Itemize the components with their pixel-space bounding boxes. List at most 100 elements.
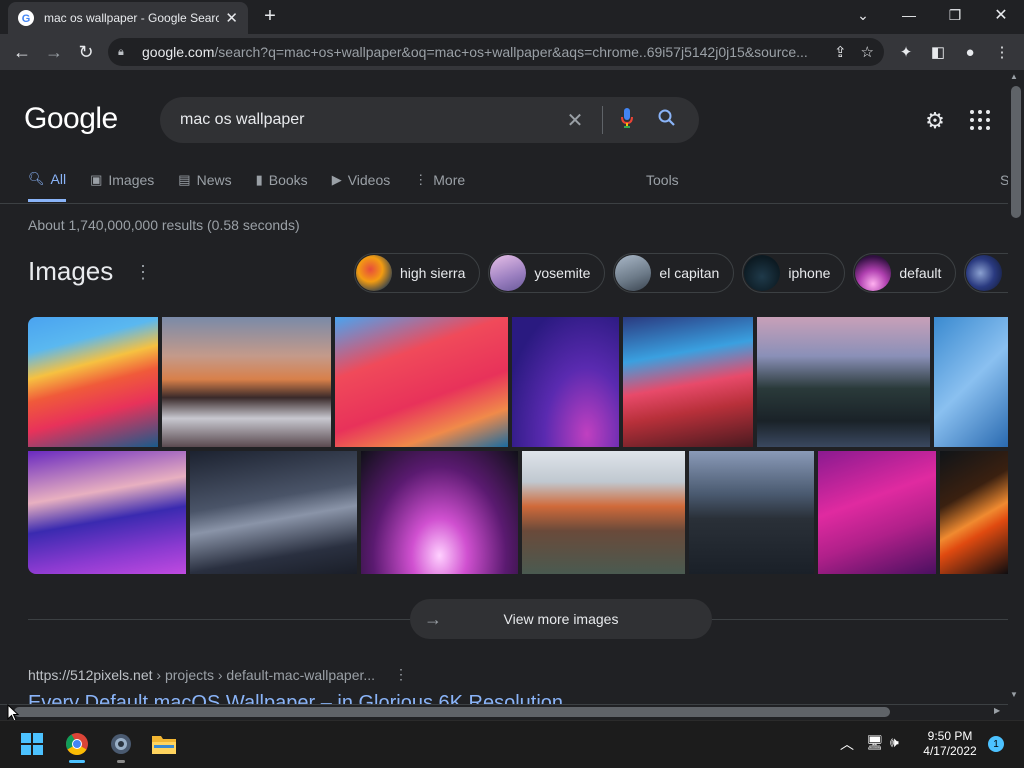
search-icon: 🔍︎ (28, 170, 45, 186)
reload-button[interactable]: ↻ (74, 40, 98, 64)
result-stats: About 1,740,000,000 results (0.58 second… (28, 217, 300, 233)
search-icon[interactable] (655, 109, 679, 132)
more-vert-icon: ⋮ (414, 172, 428, 187)
address-bar[interactable]: 🔒︎ google.com/search?q=mac+os+wallpaper&… (108, 38, 884, 66)
image-result[interactable] (623, 317, 753, 447)
chip-el-capitan[interactable]: el capitan (613, 253, 735, 293)
scroll-down-arrow-icon[interactable]: ▼ (1010, 690, 1018, 699)
tab-news[interactable]: ▤ News (178, 164, 231, 196)
result-options-icon[interactable]: ⋮ (394, 666, 408, 683)
search-tabs: 🔍︎ All ▣ Images ▤ News ▮ Books ▶ Videos ⋮ More (28, 164, 489, 204)
chip-thumbnail (356, 255, 392, 291)
tab-search-icon[interactable]: ⌄ (840, 0, 886, 30)
network-icon[interactable]: 🖥︎ (866, 734, 884, 751)
tab-label: More (433, 172, 466, 188)
scroll-right-arrow-icon[interactable]: ▶ (994, 706, 1000, 715)
book-icon: ▮ (255, 172, 263, 187)
tab-books[interactable]: ▮ Books (256, 164, 308, 196)
image-result[interactable] (28, 317, 158, 447)
notification-badge[interactable]: 1 (988, 736, 1004, 752)
image-result[interactable] (522, 451, 685, 574)
view-more-images-button[interactable]: → View more images (410, 599, 712, 639)
settings-taskbar-icon[interactable] (105, 728, 137, 760)
tools-button[interactable]: Tools (646, 172, 679, 188)
image-row-2 (28, 451, 1014, 574)
restore-button[interactable]: ❐ (932, 0, 978, 30)
image-result[interactable] (190, 451, 357, 574)
image-result[interactable] (689, 451, 814, 574)
image-result[interactable] (940, 451, 1010, 574)
bookmark-star-icon[interactable]: ☆ (861, 43, 874, 61)
chip-thumbnail (966, 255, 1003, 291)
running-app-indicator (117, 760, 125, 763)
scroll-up-arrow-icon[interactable]: ▲ (1010, 72, 1018, 81)
view-more-label: View more images (503, 611, 619, 627)
lock-icon[interactable]: 🔒︎ (118, 46, 130, 59)
images-heading[interactable]: Images (28, 256, 113, 287)
volume-icon[interactable]: 🕪︎ (890, 734, 899, 751)
windows-start-icon[interactable] (16, 728, 48, 760)
chrome-taskbar-icon[interactable] (61, 728, 93, 760)
divider-line (712, 619, 1008, 620)
close-window-button[interactable]: ✕ (978, 0, 1024, 30)
vertical-scroll-thumb[interactable] (1011, 86, 1021, 218)
taskbar-clock[interactable]: 9:50 PM 4/17/2022 (910, 729, 990, 759)
chip-thumbnail (615, 255, 652, 291)
clear-icon[interactable]: ✕ (560, 108, 590, 133)
image-result[interactable] (757, 317, 930, 447)
image-result[interactable] (934, 317, 1008, 447)
tab-all[interactable]: 🔍︎ All (28, 164, 67, 202)
side-panel-icon[interactable]: ◧ (926, 40, 950, 64)
more-options-icon[interactable]: ⋮ (134, 262, 152, 283)
url-text[interactable]: google.com/search?q=mac+os+wallpaper&oq=… (142, 44, 820, 60)
profile-icon[interactable]: ● (958, 40, 982, 64)
header-divider (0, 203, 1008, 204)
tab-label: All (50, 170, 67, 187)
result-url[interactable]: https://512pixels.net › projects › defau… (28, 667, 375, 683)
file-explorer-taskbar-icon[interactable] (148, 728, 180, 760)
settings-gear-icon[interactable]: ⚙ (922, 108, 948, 134)
chip-thumbnail (855, 255, 892, 291)
browser-tab[interactable]: G mac os wallpaper - Google Search ✕ (8, 2, 248, 34)
search-input[interactable]: mac os wallpaper (180, 111, 560, 129)
image-row-1 (28, 317, 1012, 447)
image-result[interactable] (512, 317, 619, 447)
chip-label: high sierra (400, 265, 466, 281)
microphone-icon[interactable] (615, 107, 639, 134)
horizontal-scroll-thumb[interactable] (14, 707, 890, 717)
arrow-right-icon: → (424, 608, 442, 629)
tab-close-icon[interactable]: ✕ (225, 9, 238, 27)
image-icon: ▣ (90, 172, 103, 187)
share-icon[interactable]: ⇪ (834, 43, 847, 61)
extensions-icon[interactable]: ✦ (894, 40, 918, 64)
tab-more[interactable]: ⋮ More (414, 164, 465, 196)
chevron-up-icon[interactable]: ︿ (840, 734, 854, 754)
chip-label: yosemite (534, 265, 591, 281)
divider-line (28, 619, 410, 620)
chip-default[interactable]: default (853, 253, 957, 293)
google-apps-icon[interactable] (970, 110, 992, 132)
tab-images[interactable]: ▣ Images (90, 164, 154, 196)
image-result[interactable] (28, 451, 186, 574)
search-box[interactable]: mac os wallpaper ✕ (160, 97, 699, 143)
chip-iphone[interactable]: iphone (742, 253, 846, 293)
minimize-button[interactable]: — (886, 0, 932, 30)
news-icon: ▤ (178, 172, 191, 187)
refinement-chips: high sierra yosemite el capitan iphone d… (354, 253, 1024, 293)
image-result[interactable] (818, 451, 936, 574)
browser-menu-icon[interactable]: ⋮ (990, 40, 1014, 64)
image-result[interactable] (361, 451, 518, 574)
google-favicon-icon: G (18, 10, 34, 26)
chip-label: iphone (788, 265, 831, 281)
image-result[interactable] (335, 317, 508, 447)
tab-label: Books (268, 172, 308, 188)
new-tab-button[interactable]: + (258, 6, 282, 28)
image-result[interactable] (162, 317, 331, 447)
tab-label: Images (108, 172, 155, 188)
chip-high-sierra[interactable]: high sierra (354, 253, 481, 293)
tab-videos[interactable]: ▶ Videos (332, 164, 391, 196)
google-logo[interactable]: Google (24, 102, 118, 136)
forward-button[interactable]: → (42, 40, 66, 64)
back-button[interactable]: ← (10, 40, 34, 64)
chip-yosemite[interactable]: yosemite (488, 253, 606, 293)
